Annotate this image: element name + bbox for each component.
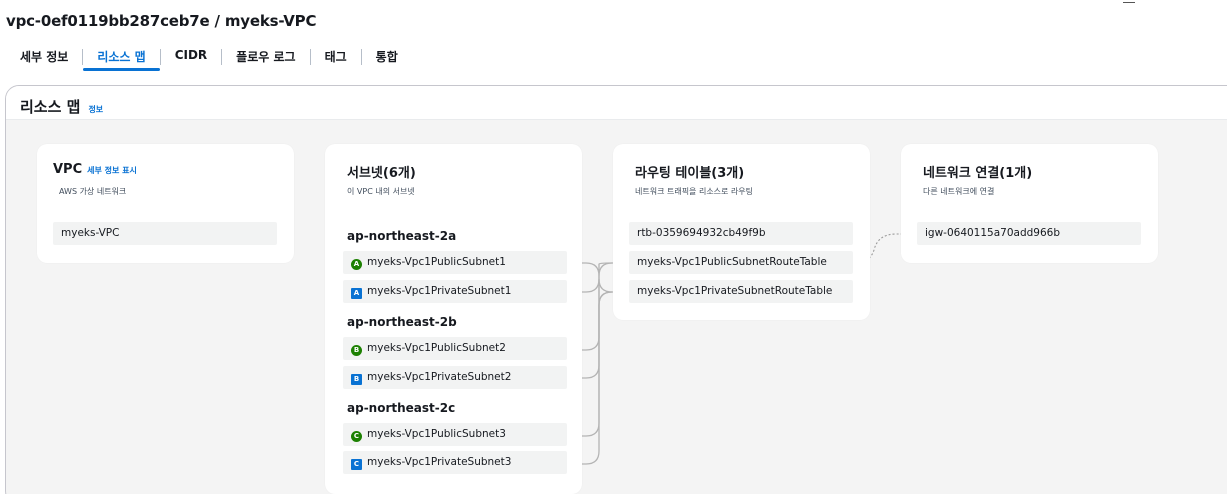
show-details-link[interactable]: 세부 정보 표시 [87, 166, 137, 175]
subnet-item[interactable]: Cmyeks-Vpc1PublicSubnet3 [343, 423, 567, 446]
tab-resource-map[interactable]: 리소스 맵 [83, 43, 161, 71]
route-table-item[interactable]: myeks-Vpc1PrivateSubnetRouteTable [629, 280, 853, 303]
route-table-item[interactable]: myeks-Vpc1PublicSubnetRouteTable [629, 251, 853, 274]
page-title: vpc-0ef0119bb287ceb7e / myeks-VPC [6, 12, 317, 30]
vpc-card-title: VPC 세부 정보 표시 [53, 162, 137, 177]
public-subnet-icon: B [351, 345, 362, 356]
subnet-card-title: 서브넷(6개) [347, 166, 416, 181]
subnet-label: myeks-Vpc1PublicSubnet1 [367, 256, 506, 268]
subnet-label: myeks-Vpc1PrivateSubnet2 [367, 371, 512, 383]
public-subnet-icon: A [351, 259, 362, 270]
private-subnet-icon: A [351, 288, 362, 299]
private-subnet-icon: B [351, 374, 362, 385]
resource-map-container: 리소스 맵 정보 VPC 세부 정보 표시 AWS 가상 네트워크 myeks-V… [5, 85, 1227, 494]
subnet-item[interactable]: Bmyeks-Vpc1PrivateSubnet2 [343, 366, 567, 389]
vpc-item[interactable]: myeks-VPC [53, 222, 277, 245]
route-table-card-title: 라우팅 테이블(3개) [635, 166, 745, 181]
route-table-item[interactable]: rtb-0359694932cb49f9b [629, 222, 853, 245]
tab-details[interactable]: 세부 정보 [6, 43, 82, 70]
az-label: ap-northeast-2a [347, 229, 457, 243]
subnet-label: myeks-Vpc1PrivateSubnet1 [367, 285, 512, 297]
tab-tags[interactable]: 태그 [311, 43, 361, 70]
public-subnet-icon: C [351, 431, 362, 442]
route-table-card-subtitle: 네트워크 트래픽을 리소스로 라우팅 [635, 187, 754, 196]
tab-flow-logs[interactable]: 플로우 로그 [222, 43, 309, 70]
subnet-card-subtitle: 이 VPC 내의 서브넷 [347, 187, 415, 196]
vpc-card-subtitle: AWS 가상 네트워크 [59, 187, 127, 196]
internet-gateway-item[interactable]: igw-0640115a70add966b [917, 222, 1141, 245]
route-table-card: 라우팅 테이블(3개) 네트워크 트래픽을 리소스로 라우팅 rtb-03596… [613, 144, 870, 320]
az-label: ap-northeast-2b [347, 315, 457, 329]
subnet-item[interactable]: Amyeks-Vpc1PrivateSubnet1 [343, 280, 567, 303]
window-minimize-icon[interactable] [1123, 2, 1135, 3]
subnet-item[interactable]: Amyeks-Vpc1PublicSubnet1 [343, 251, 567, 274]
subnet-item[interactable]: Cmyeks-Vpc1PrivateSubnet3 [343, 451, 567, 474]
vpc-card: VPC 세부 정보 표시 AWS 가상 네트워크 myeks-VPC [37, 144, 294, 263]
tab-integrations[interactable]: 통합 [362, 43, 412, 70]
subnet-card: 서브넷(6개) 이 VPC 내의 서브넷 ap-northeast-2a Amy… [325, 144, 582, 494]
network-connection-card-title: 네트워크 연결(1개) [923, 166, 1033, 181]
az-label: ap-northeast-2c [347, 401, 456, 415]
tab-bar: 세부 정보 리소스 맵 CIDR 플로우 로그 태그 통합 [6, 43, 412, 75]
network-connection-card-subtitle: 다른 네트워크에 연결 [923, 187, 995, 196]
vpc-card-heading: VPC [53, 162, 83, 177]
subnet-label: myeks-Vpc1PublicSubnet3 [367, 428, 506, 440]
tab-cidr[interactable]: CIDR [161, 43, 221, 70]
private-subnet-icon: C [351, 459, 362, 470]
network-connection-card: 네트워크 연결(1개) 다른 네트워크에 연결 igw-0640115a70ad… [901, 144, 1158, 263]
subnet-label: myeks-Vpc1PublicSubnet2 [367, 342, 506, 354]
subnet-item[interactable]: Bmyeks-Vpc1PublicSubnet2 [343, 337, 567, 360]
subnet-label: myeks-Vpc1PrivateSubnet3 [367, 456, 512, 468]
